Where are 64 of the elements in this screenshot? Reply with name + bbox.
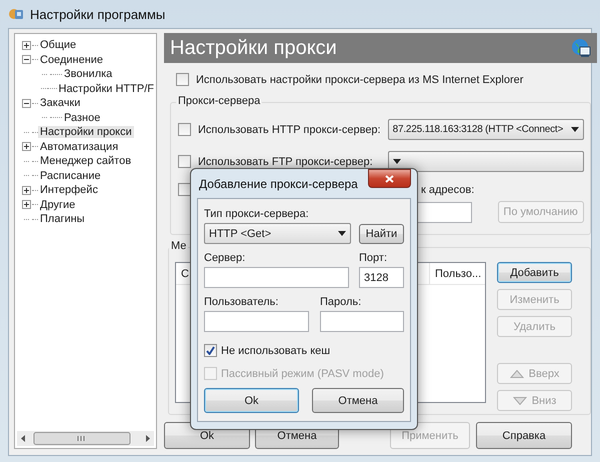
dialog-button[interactable]: Ok [204,388,299,413]
tree-item[interactable]: Общие [38,39,78,52]
dropdown-arrow-icon [392,159,401,164]
field-label: Пользователь: [204,296,280,308]
list-button[interactable]: Добавить [497,262,572,283]
tree-item[interactable]: Разное [62,112,102,124]
dialog-button[interactable]: Отмена [312,388,404,413]
checkbox[interactable] [178,183,191,196]
dropdown-arrow-icon [338,231,346,236]
tree-item[interactable]: Другие [38,198,78,211]
close-icon [385,174,394,182]
checkbox-label: Использовать FTP прокси-сервер: [198,156,373,168]
tree-item[interactable]: Менеджер сайтов [38,155,134,168]
field-label: Порт: [359,252,388,264]
field-label: Пароль: [320,296,362,308]
checkbox[interactable] [176,73,189,86]
down-arrow-icon [512,396,527,404]
globe-icon [570,38,591,58]
close-button[interactable] [368,169,411,188]
tree-item[interactable]: Закачки [38,97,82,110]
checkbox-label: Не использовать кеш [221,344,330,356]
column-header[interactable]: Пользо... [429,263,485,284]
find-button[interactable]: Найти [359,224,404,244]
server-field[interactable] [204,267,349,288]
dialog-button[interactable]: Справка [476,422,572,449]
tree-item[interactable]: Расписание [38,170,103,182]
tree-item[interactable]: Плагины [38,213,87,226]
dropdown-arrow-icon [570,127,579,132]
collapse-icon[interactable] [22,55,31,64]
expand-icon[interactable] [22,142,31,152]
tree-item[interactable]: Настройки HTTP/F [56,82,156,95]
tree-item[interactable]: Интерфейс [38,184,100,196]
port-field[interactable]: 3128 [359,267,404,288]
app-icon [8,6,24,22]
horizontal-scrollbar[interactable] [17,431,154,446]
username-field[interactable] [204,311,309,332]
proxy-type-dropdown[interactable]: HTTP <Get> [204,223,351,244]
group-title: Прокси-сервера [176,95,262,107]
checkmark-icon [206,346,215,355]
expand-icon[interactable] [22,40,31,50]
checkbox-label: к адресов: [421,184,474,196]
group-title: Ме [169,240,188,252]
tree-item[interactable]: Звонилка [62,68,114,80]
tree-item[interactable]: Настройки прокси [38,126,134,138]
expand-icon[interactable] [22,200,31,210]
tree-item[interactable]: Соединение [38,54,106,66]
field-label: Тип прокси-сервера: [204,208,310,220]
checkbox-label: Использовать настройки прокси-сервера из MS Internet Explorer [196,74,524,86]
password-field[interactable] [320,311,404,332]
window-title: Настройки программы [30,6,166,22]
checkbox[interactable] [178,123,191,136]
expand-icon[interactable] [22,186,31,195]
checkbox[interactable] [178,155,191,168]
proxy-dropdown[interactable]: 87.225.118.163:3128 (HTTP <Connect> [388,119,584,140]
dialog-title: Добавление прокси-сервера [198,176,358,190]
checkbox-label: Пассивный режим (PASV mode) [221,368,384,380]
page-title: Настройки прокси [170,36,337,60]
checkbox-label: Использовать HTTP прокси-сервер: [198,124,381,136]
tree-item[interactable]: Автоматизация [38,140,120,153]
up-arrow-icon [510,370,524,378]
proxy-dropdown[interactable] [388,151,584,172]
checkbox[interactable] [204,344,217,357]
field-label: Сервер: [204,252,246,264]
collapse-icon[interactable] [22,98,31,108]
